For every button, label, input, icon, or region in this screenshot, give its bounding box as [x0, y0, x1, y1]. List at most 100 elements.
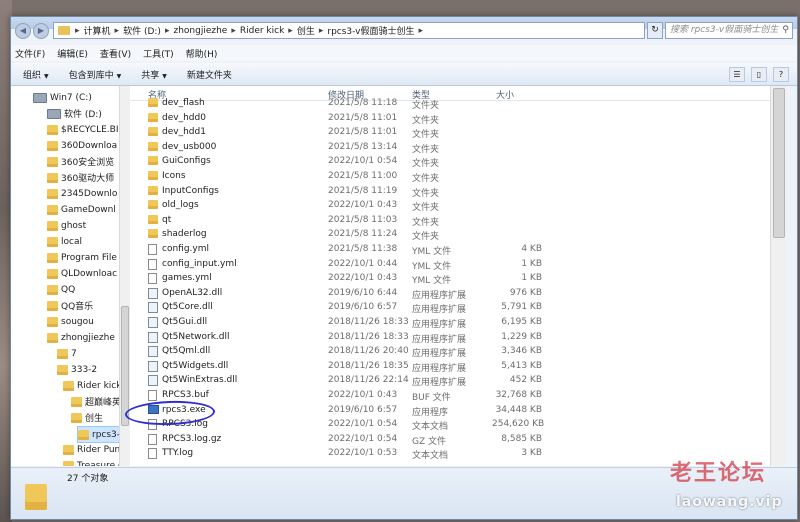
- nav-item[interactable]: sougou: [47, 314, 94, 329]
- file-type: 文件夹: [412, 174, 440, 184]
- file-row[interactable]: config.yml 2021/5/8 11:38 YML 文件 4 KB: [130, 242, 770, 257]
- nav-item[interactable]: zhongjiezhe: [47, 330, 115, 345]
- file-row[interactable]: games.yml 2022/10/1 0:43 YML 文件 1 KB: [130, 271, 770, 286]
- nav-item[interactable]: 360驱动大师: [47, 170, 114, 185]
- nav-item[interactable]: Rider Punc: [63, 442, 119, 457]
- file-date: 2021/5/8 13:14: [328, 141, 398, 152]
- dll-icon: [148, 287, 158, 299]
- exe-icon: [148, 404, 159, 414]
- document-icon: [148, 433, 157, 445]
- nav-item-label: 360Downloa: [61, 140, 118, 151]
- menu-item[interactable]: 编辑(E): [57, 47, 88, 60]
- nav-scrollbar-thumb[interactable]: [121, 306, 129, 426]
- file-size: 254,620 KB: [492, 419, 545, 430]
- file-date: 2022/10/1 0:54: [328, 419, 398, 430]
- nav-item[interactable]: $RECYCLE.BI: [47, 122, 118, 137]
- nav-item[interactable]: Treasure o: [63, 458, 119, 466]
- file-row[interactable]: old_logs 2022/10/1 0:43 文件夹: [130, 198, 770, 213]
- file-list-scrollbar[interactable]: [770, 86, 787, 466]
- nav-item[interactable]: local: [47, 234, 82, 249]
- nav-item[interactable]: 2345Downlo: [47, 186, 117, 201]
- file-row[interactable]: RPCS3.log.gz 2022/10/1 0:54 GZ 文件 8,585 KB: [130, 432, 770, 447]
- organize-button[interactable]: 组织 ▼: [23, 68, 49, 81]
- breadcrumb-separator-icon[interactable]: ▸: [418, 26, 423, 36]
- file-row[interactable]: dev_hdd0 2021/5/8 11:01 文件夹: [130, 111, 770, 126]
- nav-item-label: Rider Punc: [77, 444, 119, 455]
- nav-item[interactable]: Rider kick: [63, 378, 119, 393]
- nav-item[interactable]: 360Downloa: [47, 138, 117, 153]
- nav-item[interactable]: QLDownloac: [47, 266, 117, 281]
- menu-bar: 文件(F) 编辑(E) 查看(V) 工具(T) 帮助(H): [11, 45, 797, 61]
- breadcrumb-separator-icon[interactable]: ▸: [231, 26, 236, 36]
- search-input[interactable]: 搜索 rpcs3-v假面骑士创生 ⚲: [665, 22, 793, 39]
- nav-item[interactable]: ghost: [47, 218, 86, 233]
- help-icon[interactable]: ?: [773, 67, 789, 82]
- refresh-icon[interactable]: ↻: [647, 22, 663, 39]
- breadcrumb-separator-icon[interactable]: ▸: [319, 26, 324, 36]
- menu-item[interactable]: 帮助(H): [186, 47, 218, 60]
- nav-scrollbar[interactable]: [119, 86, 130, 466]
- back-arrow-icon[interactable]: ◀: [15, 23, 31, 39]
- file-row[interactable]: rpcs3.exe 2019/6/10 6:57 应用程序 34,448 KB: [130, 403, 770, 418]
- nav-item[interactable]: GameDownl: [47, 202, 116, 217]
- breadcrumb-separator-icon[interactable]: ▸: [75, 26, 80, 36]
- preview-pane-icon[interactable]: ▯: [751, 67, 767, 82]
- file-date: 2021/5/8 11:38: [328, 244, 398, 254]
- view-options-icon[interactable]: ☰: [729, 67, 745, 82]
- file-row[interactable]: Qt5Widgets.dll 2018/11/26 18:35 应用程序扩展 5,41…: [130, 359, 770, 374]
- file-row[interactable]: qt 2021/5/8 11:03 文件夹: [130, 213, 770, 228]
- file-row[interactable]: Icons 2021/5/8 11:00 文件夹: [130, 169, 770, 184]
- nav-item[interactable]: 创生: [71, 410, 103, 425]
- nav-item[interactable]: 超巅峰英: [71, 394, 119, 409]
- nav-item[interactable]: QQ: [47, 282, 75, 297]
- file-row[interactable]: RPCS3.log 2022/10/1 0:54 文本文档 254,620 KB: [130, 417, 770, 432]
- nav-item[interactable]: 软件 (D:): [47, 106, 102, 121]
- file-row[interactable]: OpenAL32.dll 2019/6/10 6:44 应用程序扩展 976 KB: [130, 286, 770, 301]
- file-row[interactable]: shaderlog 2021/5/8 11:24 文件夹: [130, 227, 770, 242]
- include-in-library-button[interactable]: 包含到库中 ▼: [69, 68, 122, 81]
- file-row[interactable]: config_input.yml 2022/10/1 0:44 YML 文件 1 KB: [130, 257, 770, 272]
- new-folder-button[interactable]: 新建文件夹: [187, 68, 232, 81]
- menu-item[interactable]: 文件(F): [15, 47, 45, 60]
- file-row[interactable]: GuiConfigs 2022/10/1 0:54 文件夹: [130, 154, 770, 169]
- nav-item[interactable]: 7: [57, 346, 77, 361]
- dll-icon: [148, 360, 158, 372]
- breadcrumb-separator-icon[interactable]: ▸: [288, 26, 293, 36]
- file-row[interactable]: dev_usb000 2021/5/8 13:14 文件夹: [130, 140, 770, 155]
- breadcrumb-item[interactable]: 计算机: [84, 24, 111, 37]
- breadcrumb-item[interactable]: zhongjiezhe: [173, 26, 227, 36]
- forward-arrow-icon[interactable]: ▶: [33, 23, 49, 39]
- folder-icon: [47, 172, 58, 183]
- breadcrumb-separator-icon[interactable]: ▸: [165, 26, 170, 36]
- file-type: 文件夹: [412, 130, 440, 141]
- nav-item[interactable]: 333-2: [57, 362, 97, 377]
- breadcrumb-item[interactable]: 软件 (D:): [123, 24, 161, 37]
- file-row[interactable]: dev_hdd1 2021/5/8 11:01 文件夹: [130, 125, 770, 140]
- nav-item-label: QQ: [61, 284, 76, 295]
- file-size: 4 KB: [521, 244, 542, 254]
- file-scrollbar-thumb[interactable]: [773, 88, 785, 238]
- file-row[interactable]: InputConfigs 2021/5/8 11:19 文件夹: [130, 184, 770, 199]
- menu-item[interactable]: 工具(T): [143, 47, 174, 60]
- folder-icon: [47, 316, 58, 327]
- address-bar[interactable]: ▸ 计算机 ▸ 软件 (D:) ▸ zhongjiezhe ▸ Rider kick ▸ 创生 ▸ r…: [53, 22, 645, 39]
- file-row[interactable]: Qt5Core.dll 2019/6/10 6:57 应用程序扩展 5,791 KB: [130, 300, 770, 315]
- folder-icon: [47, 284, 58, 295]
- file-row[interactable]: dev_flash 2021/5/8 11:18 文件夹: [130, 96, 770, 111]
- nav-item[interactable]: QQ音乐: [47, 298, 93, 313]
- nav-item[interactable]: rpcs3-v: [77, 426, 119, 443]
- breadcrumb-item[interactable]: rpcs3-v假面骑士创生: [327, 24, 414, 37]
- file-row[interactable]: Qt5Qml.dll 2018/11/26 20:40 应用程序扩展 3,346 KB: [130, 344, 770, 359]
- share-button[interactable]: 共享 ▼: [141, 68, 167, 81]
- breadcrumb-separator-icon[interactable]: ▸: [115, 26, 120, 36]
- nav-item[interactable]: Win7 (C:): [33, 90, 92, 105]
- file-row[interactable]: Qt5Network.dll 2018/11/26 18:33 应用程序扩展 1,22…: [130, 330, 770, 345]
- file-row[interactable]: Qt5WinExtras.dll 2018/11/26 22:14 应用程序扩展 45…: [130, 373, 770, 388]
- menu-item[interactable]: 查看(V): [100, 47, 131, 60]
- breadcrumb-item[interactable]: 创生: [297, 24, 315, 37]
- nav-item[interactable]: 360安全浏览: [47, 154, 114, 169]
- breadcrumb-item[interactable]: Rider kick: [240, 26, 284, 36]
- file-row[interactable]: Qt5Gui.dll 2018/11/26 18:33 应用程序扩展 6,195 KB: [130, 315, 770, 330]
- file-row[interactable]: RPCS3.buf 2022/10/1 0:43 BUF 文件 32,768 KB: [130, 388, 770, 403]
- nav-item[interactable]: Program File: [47, 250, 117, 265]
